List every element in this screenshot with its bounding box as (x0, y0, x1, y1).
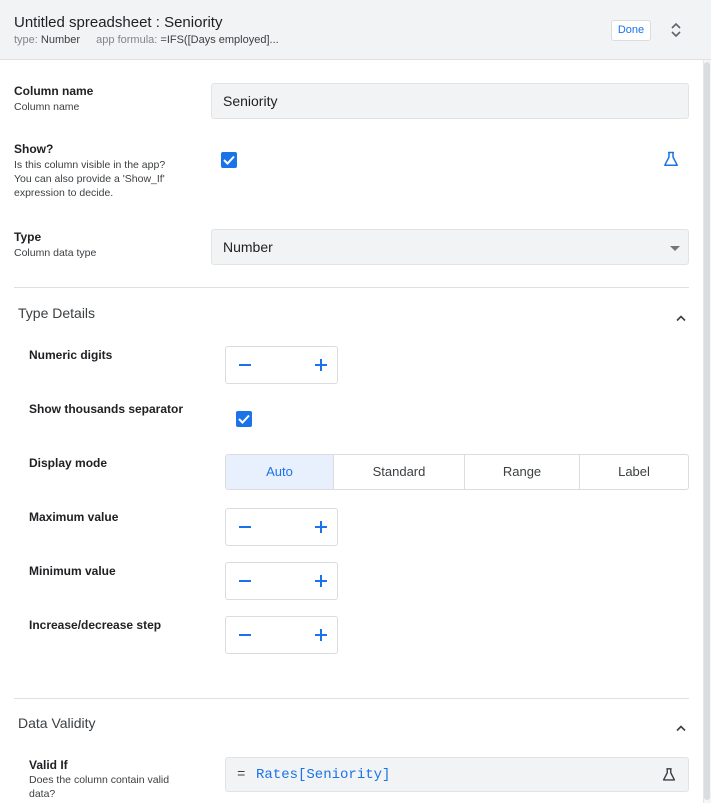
type-meta-value: Number (40, 34, 81, 46)
numeric-digits-input[interactable] (260, 355, 306, 375)
display-mode-range[interactable]: Range (464, 455, 579, 489)
minus-icon[interactable] (236, 356, 254, 374)
show-sublabel-2: You can also provide a 'Show_If' (14, 173, 165, 185)
formula-meta-value: =IFS([Days employed]... (160, 34, 279, 46)
type-sublabel: Column data type (14, 247, 97, 259)
unfold-icon[interactable] (668, 21, 684, 39)
show-sublabel-3: expression to decide. (14, 187, 114, 199)
data-validity-title: Data Validity (18, 715, 96, 731)
minimum-value-stepper[interactable] (225, 562, 338, 600)
type-select-value: Number (223, 239, 273, 255)
editor-header: Untitled spreadsheet : Seniority type: N… (0, 0, 711, 60)
section-divider (14, 287, 689, 288)
thousands-separator-label: Show thousands separator (29, 402, 184, 416)
plus-icon[interactable] (312, 572, 330, 590)
minimum-value-label: Minimum value (29, 564, 116, 578)
display-mode-auto[interactable]: Auto (226, 455, 333, 489)
column-name-label: Column name (14, 84, 94, 98)
type-label: Type (14, 230, 42, 244)
step-stepper[interactable] (225, 616, 338, 654)
type-details-title: Type Details (18, 305, 96, 321)
step-input[interactable] (260, 625, 306, 645)
checkmark-icon (223, 155, 235, 165)
maximum-value-input[interactable] (260, 517, 306, 537)
valid-if-sublabel-1: Does the column contain valid (29, 774, 170, 786)
type-meta-label: type: (14, 34, 38, 46)
plus-icon[interactable] (312, 626, 330, 644)
thousands-separator-checkbox[interactable] (236, 411, 252, 427)
valid-if-label: Valid If (29, 758, 68, 772)
maximum-value-label: Maximum value (29, 510, 119, 524)
column-editor-title: Untitled spreadsheet : Seniority (14, 14, 223, 31)
dropdown-caret-icon (670, 246, 680, 251)
chevron-up-icon[interactable] (675, 309, 687, 322)
formula-meta-label: app formula: (96, 34, 158, 46)
show-sublabel-1: Is this column visible in the app? (14, 159, 166, 171)
show-label: Show? (14, 142, 54, 156)
type-select[interactable]: Number (211, 229, 689, 265)
step-label: Increase/decrease step (29, 618, 162, 632)
minus-icon[interactable] (236, 572, 254, 590)
flask-icon[interactable] (663, 151, 679, 167)
column-summary: type: Number app formula: =IFS([Days emp… (14, 34, 279, 46)
flask-icon[interactable] (662, 767, 676, 782)
minimum-value-input[interactable] (260, 571, 306, 591)
chevron-up-icon[interactable] (675, 719, 687, 732)
valid-if-formula-input[interactable]: = Rates[Seniority] (225, 757, 689, 792)
minus-icon[interactable] (236, 626, 254, 644)
formula-equals: = (237, 767, 246, 783)
column-name-sublabel: Column name (14, 101, 80, 113)
minus-icon[interactable] (236, 518, 254, 536)
plus-icon[interactable] (312, 356, 330, 374)
scrollbar-thumb[interactable] (704, 62, 710, 800)
show-checkbox[interactable] (221, 152, 237, 168)
section-divider (14, 698, 689, 699)
done-button[interactable]: Done (611, 20, 651, 41)
checkmark-icon (238, 414, 250, 424)
numeric-digits-stepper[interactable] (225, 346, 338, 384)
plus-icon[interactable] (312, 518, 330, 536)
display-mode-label[interactable]: Label (579, 455, 688, 489)
column-name-input[interactable]: Seniority (211, 83, 689, 119)
numeric-digits-label: Numeric digits (29, 348, 113, 362)
display-mode-standard[interactable]: Standard (333, 455, 464, 489)
valid-if-sublabel-2: data? (29, 788, 56, 800)
maximum-value-stepper[interactable] (225, 508, 338, 546)
display-mode-label: Display mode (29, 456, 108, 470)
formula-expression: Rates[Seniority] (256, 767, 391, 783)
display-mode-selector: Auto Standard Range Label (225, 454, 689, 490)
